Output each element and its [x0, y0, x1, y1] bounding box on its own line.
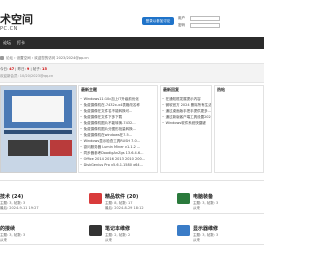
latest-topic-item[interactable]: DiskGenius Pro v5.6.1.1580 x64...: [80, 163, 157, 167]
laptop-icon[interactable]: [89, 225, 102, 236]
username-label: 用户: [178, 16, 185, 20]
latest-topic-item[interactable]: 免费摄像机在-7432x-x4表格改名称: [80, 103, 157, 108]
latest-topic-item[interactable]: Windows11:10c加上IT升级前优化: [80, 97, 157, 102]
hot-posts-panel: [214, 85, 264, 173]
forum-last-post[interactable]: 最后: 2024-9-11 19:27: [0, 206, 39, 211]
forum-title[interactable]: 技术 (24): [0, 193, 23, 200]
yesterday-value: 9: [26, 67, 30, 71]
posts-value: 15: [42, 67, 47, 71]
main-navbar: [0, 37, 264, 49]
latest-topic-item[interactable]: 免费摄像机在windows在7.5...: [80, 133, 157, 138]
latest-reply-item[interactable]: 通过新版客户端工具设置2025.1.30...: [162, 115, 211, 120]
forum-title[interactable]: 笔记本维修: [105, 225, 130, 232]
latest-topic-item[interactable]: 欲问服务器 Lumin Miner v1.1.2 ...: [80, 145, 157, 150]
latest-topic-item[interactable]: 同步器参考DoodigAnZgs 13.6.4.6...: [80, 151, 157, 156]
carousel-caption-bar: [4, 130, 72, 134]
carousel-image-window: [12, 96, 64, 122]
stats-line: 今日: 47 | 昨日: 9 | 帖子: 15: [0, 67, 47, 71]
posts-label: 帖子:: [32, 67, 43, 71]
forum-title[interactable]: 精品软件 (20): [105, 193, 138, 200]
latest-reply-item[interactable]: 在通知框发展提示内容: [162, 97, 211, 102]
latest-topic-item[interactable]: 免费摄像机图片分图形批量转换...: [80, 127, 157, 132]
yesterday-label: 昨日:: [17, 67, 27, 71]
latest-reply-item[interactable]: Windows软件系统快捷键: [162, 121, 211, 126]
site-logo-subtext: PC.CN: [0, 26, 18, 32]
home-icon[interactable]: [0, 56, 4, 60]
today-label: 今日:: [0, 67, 10, 71]
latest-reply-item[interactable]: 微软官方 2024 删除所有生活频道: [162, 103, 211, 108]
nav-item-forum[interactable]: 论坛: [3, 37, 11, 49]
carousel-thumb-2[interactable]: [50, 140, 72, 156]
breadcrumb-text[interactable]: 论坛 › 设置空间 › 欢迎您的访问 2023/2024@pp.cn: [6, 56, 89, 60]
carousel-thumb-1[interactable]: [8, 140, 48, 156]
stats-bar: [0, 63, 264, 83]
latest-topic-item[interactable]: 免费摄像在文件名不能转换可...: [80, 109, 157, 114]
latest-topic-item[interactable]: 免费摄像在文件下多下载: [80, 115, 157, 120]
password-input[interactable]: [190, 23, 220, 28]
nav-item-checkin[interactable]: 打卡: [17, 37, 25, 49]
login-button[interactable]: 登录以参加讨论: [142, 17, 174, 25]
site-logo-text[interactable]: 术空间: [0, 11, 33, 27]
forum-last-post: 从来: [193, 206, 200, 210]
monitor-icon[interactable]: [177, 225, 190, 236]
forum-title[interactable]: 的接续: [0, 225, 15, 232]
latest-topics-title: 最新主题: [81, 87, 97, 92]
forum-last-post: 从来: [193, 238, 200, 242]
circuit-board-icon[interactable]: [177, 193, 190, 204]
forum-row-divider: [0, 244, 264, 245]
latest-topic-item[interactable]: Office 2014 2016 2013 2010 200...: [80, 157, 157, 161]
latest-topic-item[interactable]: 免费摄像机图片不能转换-7432...: [80, 121, 157, 126]
latest-reply-item[interactable]: 通过桌面版手把手提供更多...: [162, 109, 211, 114]
forum-last-post: 从来: [105, 238, 112, 242]
forum-row-divider: [0, 213, 264, 214]
forum-last-post: 从来: [0, 238, 7, 242]
latest-replies-title: 最新回复: [163, 87, 179, 92]
software-forum-icon[interactable]: [89, 193, 102, 204]
new-member-text[interactable]: 欢迎新会员: 10/20/2023@qq.cn: [0, 74, 53, 79]
hot-posts-title: 热帖: [217, 87, 225, 92]
forum-title[interactable]: 电脑装备: [193, 193, 213, 200]
breadcrumb: 论坛 › 设置空间 › 欢迎您的访问 2023/2024@pp.cn: [0, 56, 89, 61]
forum-section-divider: [0, 180, 264, 181]
today-value: 47: [9, 67, 15, 71]
password-label: 密码: [178, 23, 185, 27]
forum-last-post[interactable]: 最后: 2024-8-29 18:12: [105, 206, 144, 211]
username-input[interactable]: [190, 16, 220, 21]
latest-topic-item[interactable]: Windows显示检查工具RUSH 7.0...: [80, 139, 157, 144]
forum-title[interactable]: 显示器维修: [193, 225, 218, 232]
